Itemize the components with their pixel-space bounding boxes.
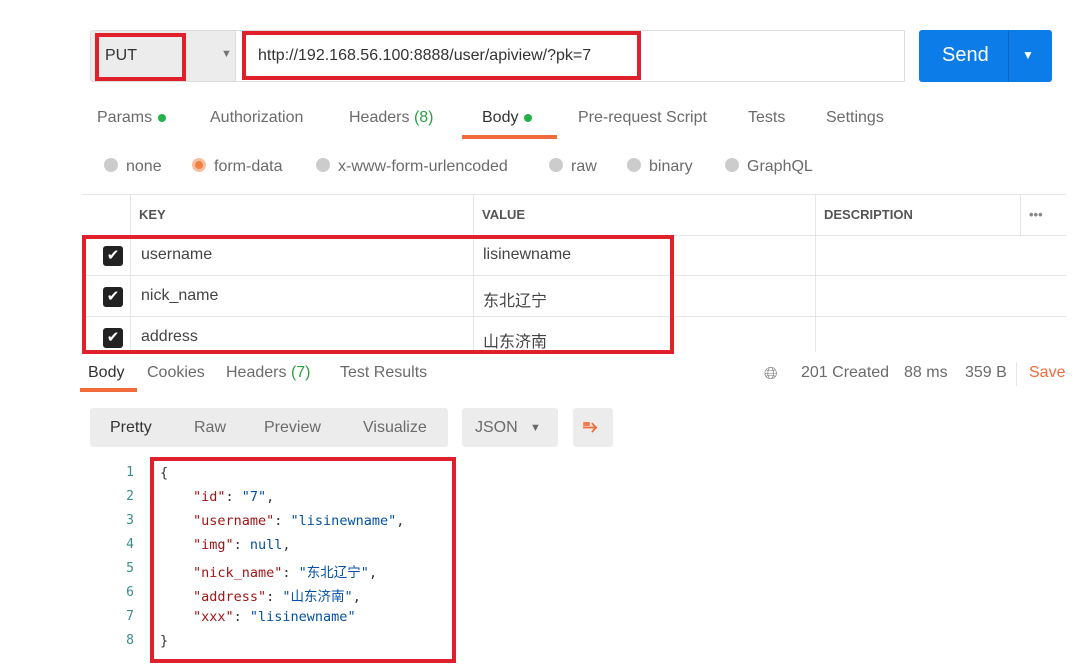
method-select[interactable]: PUT ▼: [90, 30, 236, 82]
wrap-icon: ⥱: [583, 416, 598, 436]
wrap-lines-button[interactable]: ⥱: [573, 408, 613, 447]
line-number: 4: [126, 537, 134, 552]
row-checkbox[interactable]: ✔: [103, 328, 123, 348]
active-tab-indicator: [80, 388, 137, 392]
more-options-icon[interactable]: •••: [1020, 195, 1066, 235]
json-key: "username": [193, 513, 275, 529]
tab-pre-request-script[interactable]: Pre-request Script: [578, 109, 707, 127]
view-visualize[interactable]: Visualize: [363, 419, 427, 437]
json-key: "xxx": [193, 609, 234, 625]
response-tab-test-results[interactable]: Test Results: [340, 364, 427, 382]
tab-headers[interactable]: Headers (8): [349, 109, 434, 127]
save-response-button[interactable]: Save: [1029, 364, 1065, 382]
view-pretty[interactable]: Pretty: [110, 419, 152, 437]
tab-settings[interactable]: Settings: [826, 109, 884, 127]
view-raw[interactable]: Raw: [194, 419, 226, 437]
view-mode-group: Pretty Raw Preview Visualize: [90, 408, 448, 447]
json-punct: ,: [396, 513, 405, 529]
view-preview[interactable]: Preview: [264, 419, 321, 437]
column-header-value: VALUE: [473, 195, 815, 235]
json-punct: ,: [352, 589, 361, 605]
status-dot: [524, 113, 533, 122]
status-dot: [158, 113, 167, 122]
key-cell[interactable]: username: [141, 246, 212, 264]
value-cell[interactable]: 山东济南: [483, 328, 547, 352]
chevron-down-icon[interactable]: ▼: [1022, 48, 1034, 62]
json-value: "山东济南": [282, 589, 353, 605]
line-number: 2: [126, 489, 134, 504]
key-cell[interactable]: address: [141, 328, 198, 346]
json-key: "img": [193, 537, 234, 553]
method-label: PUT: [105, 47, 137, 64]
json-punct: ,: [266, 489, 275, 505]
json-key: "id": [193, 489, 226, 505]
tab-params[interactable]: Params: [97, 109, 167, 127]
code-line: "img": null,: [193, 537, 291, 553]
send-label: Send: [942, 44, 989, 66]
line-number: 7: [126, 609, 134, 624]
response-tab-headers[interactable]: Headers (7): [226, 364, 311, 382]
value-cell[interactable]: 东北辽宁: [483, 287, 547, 311]
radio-form-data[interactable]: form-data: [192, 158, 282, 176]
line-number: 1: [126, 465, 134, 480]
line-number: 3: [126, 513, 134, 528]
radio-graphql[interactable]: GraphQL: [725, 158, 813, 176]
radio-raw[interactable]: raw: [549, 158, 597, 176]
json-value: "lisinewname": [290, 513, 397, 529]
line-number: 5: [126, 561, 134, 576]
url-input[interactable]: http://192.168.56.100:8888/user/apiview/…: [236, 30, 905, 82]
globe-icon[interactable]: 🌐︎: [764, 364, 778, 384]
key-cell[interactable]: nick_name: [141, 287, 218, 305]
json-value: "lisinewname": [249, 609, 356, 625]
json-value: "7": [241, 489, 267, 505]
code-line: "xxx": "lisinewname": [193, 609, 356, 625]
line-number: 6: [126, 585, 134, 600]
response-size[interactable]: 359 B: [965, 364, 1007, 382]
code-line: }: [160, 633, 169, 649]
json-key: "nick_name": [193, 565, 283, 581]
radio-x-www-form-urlencoded[interactable]: x-www-form-urlencoded: [316, 158, 508, 176]
response-time[interactable]: 88 ms: [904, 364, 948, 382]
radio-binary[interactable]: binary: [627, 158, 693, 176]
response-tab-body[interactable]: Body: [88, 364, 124, 382]
value-cell[interactable]: lisinewname: [483, 246, 571, 264]
json-punct: ,: [282, 537, 291, 553]
send-button[interactable]: Send ▼: [919, 30, 1052, 82]
json-key: "address": [193, 589, 267, 605]
format-label: JSON: [475, 419, 518, 436]
row-checkbox[interactable]: ✔: [103, 246, 123, 266]
tab-tests[interactable]: Tests: [748, 109, 785, 127]
url-value: http://192.168.56.100:8888/user/apiview/…: [258, 47, 592, 64]
code-line: "nick_name": "东北辽宁",: [193, 565, 378, 581]
row-checkbox[interactable]: ✔: [103, 287, 123, 307]
code-line: {: [160, 465, 169, 481]
status-code[interactable]: 201 Created: [801, 364, 889, 382]
tab-body[interactable]: Body: [482, 109, 533, 127]
column-header-key: KEY: [130, 195, 473, 235]
tab-authorization[interactable]: Authorization: [210, 109, 303, 127]
highlight-box: [150, 457, 456, 663]
line-number: 8: [126, 633, 134, 648]
json-punct: ,: [368, 565, 378, 581]
code-line: "username": "lisinewname",: [193, 513, 405, 529]
active-tab-indicator: [462, 135, 557, 139]
divider: [1008, 30, 1009, 82]
code-line: "address": "山东济南",: [193, 589, 361, 605]
json-value: null: [249, 537, 283, 553]
format-select[interactable]: JSON ▼: [462, 408, 558, 447]
response-tab-cookies[interactable]: Cookies: [147, 364, 205, 382]
json-value: "东北辽宁": [298, 565, 369, 581]
code-line: "id": "7",: [193, 489, 275, 505]
column-header-description: DESCRIPTION: [815, 195, 1020, 235]
chevron-down-icon: ▼: [221, 48, 232, 60]
radio-none[interactable]: none: [104, 158, 162, 176]
chevron-down-icon: ▼: [530, 422, 541, 434]
